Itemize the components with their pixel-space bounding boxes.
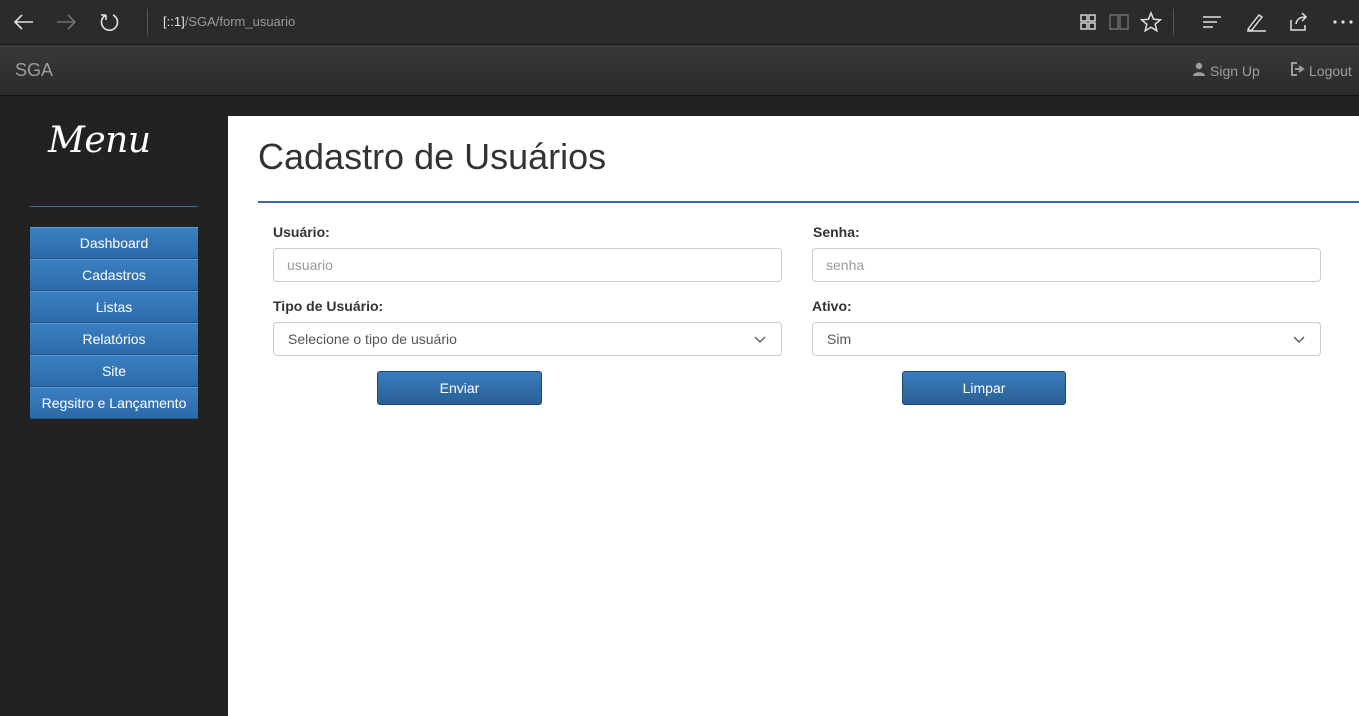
extensions-icon[interactable] [1073, 7, 1103, 37]
favorite-star-icon[interactable] [1136, 7, 1166, 37]
address-separator [147, 9, 148, 35]
tipo-usuario-value: Selecione o tipo de usuário [288, 331, 457, 347]
tipo-usuario-select[interactable]: Selecione o tipo de usuário [273, 322, 782, 356]
refresh-icon[interactable] [95, 7, 125, 37]
ativo-label: Ativo: [812, 298, 852, 314]
chevron-down-icon [1292, 332, 1306, 349]
address-host: [::1] [163, 14, 185, 29]
sidebar-item-site[interactable]: Site [30, 355, 198, 387]
reading-view-icon[interactable] [1104, 7, 1134, 37]
sidebar-item-relatorios[interactable]: Relatórios [30, 323, 198, 355]
limpar-button[interactable]: Limpar [902, 371, 1066, 405]
sidebar-item-listas[interactable]: Listas [30, 291, 198, 323]
app-navbar: SGA Sign Up Logout [0, 45, 1359, 96]
page-title: Cadastro de Usuários [258, 136, 607, 177]
share-icon[interactable] [1284, 7, 1314, 37]
address-bar[interactable]: [::1]/SGA/form_usuario [163, 14, 295, 29]
signup-label: Sign Up [1210, 62, 1260, 79]
forward-arrow-icon[interactable] [52, 7, 82, 37]
main-content: Cadastro de Usuários Usuário: Senha: Tip… [228, 116, 1359, 716]
toolbar-separator [1173, 9, 1174, 35]
hub-icon[interactable] [1197, 7, 1227, 37]
usuario-input[interactable] [273, 248, 782, 282]
sidebar-title: Menu [48, 120, 151, 161]
user-icon [1192, 62, 1206, 79]
sidebar-item-dashboard[interactable]: Dashboard [30, 227, 198, 259]
sidebar: Menu Dashboard Cadastros Listas Relatóri… [0, 96, 228, 716]
brand-logo[interactable]: SGA [15, 60, 53, 81]
logout-link[interactable]: Logout [1290, 62, 1352, 79]
logout-label: Logout [1309, 62, 1352, 79]
senha-label: Senha: [813, 224, 860, 240]
web-note-icon[interactable] [1241, 7, 1271, 37]
signup-link[interactable]: Sign Up [1192, 62, 1260, 79]
senha-input[interactable] [812, 248, 1321, 282]
sidebar-divider [30, 206, 198, 207]
browser-toolbar: [::1]/SGA/form_usuario [0, 0, 1359, 45]
sidebar-item-cadastros[interactable]: Cadastros [30, 259, 198, 291]
ativo-select[interactable]: Sim [812, 322, 1321, 356]
sidebar-item-registro[interactable]: Regsitro e Lançamento [30, 387, 198, 419]
chevron-down-icon [753, 332, 767, 349]
address-path: /SGA/form_usuario [184, 14, 296, 29]
enviar-button[interactable]: Enviar [377, 371, 542, 405]
usuario-label: Usuário: [273, 224, 330, 240]
sidebar-menu: Dashboard Cadastros Listas Relatórios Si… [30, 227, 198, 419]
logout-icon [1290, 62, 1305, 79]
title-divider [258, 201, 1359, 203]
more-icon[interactable] [1328, 7, 1358, 37]
ativo-value: Sim [827, 331, 852, 347]
tipo-usuario-label: Tipo de Usuário: [273, 298, 384, 314]
back-arrow-icon[interactable] [8, 7, 38, 37]
